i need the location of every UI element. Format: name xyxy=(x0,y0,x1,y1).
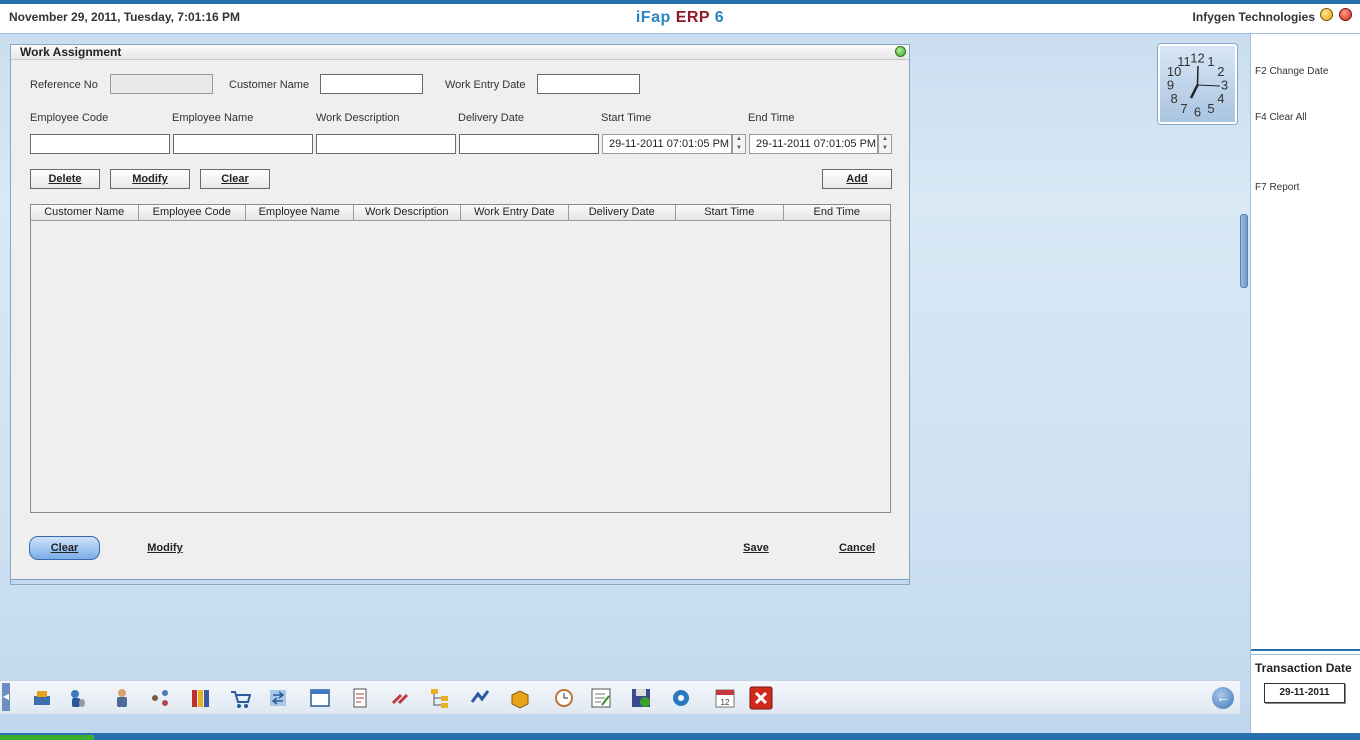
tree-icon[interactable] xyxy=(428,686,452,710)
employee-code-label: Employee Code xyxy=(30,112,109,124)
f2-change-date-shortcut[interactable]: F2 Change Date xyxy=(1255,66,1328,77)
box-icon[interactable] xyxy=(508,686,532,710)
employee-icon[interactable] xyxy=(110,686,134,710)
work-assignment-panel: Work Assignment Reference No Customer Na… xyxy=(10,44,910,585)
network-icon[interactable] xyxy=(148,686,172,710)
company-name: Infygen Technologies xyxy=(1192,10,1315,24)
end-time-label: End Time xyxy=(748,112,795,124)
modify-button[interactable]: Modify xyxy=(110,169,190,189)
panel-title: Work Assignment xyxy=(11,45,909,60)
minimize-button[interactable] xyxy=(1320,8,1333,21)
sidebar-divider xyxy=(1251,649,1360,655)
transaction-date-label: Transaction Date xyxy=(1255,661,1352,675)
checklist-icon[interactable] xyxy=(589,686,613,710)
employee-name-field[interactable] xyxy=(173,134,313,154)
transaction-date-value[interactable]: 29-11-2011 xyxy=(1264,683,1345,703)
assignments-table: Customer Name Employee Code Employee Nam… xyxy=(30,204,891,513)
clock-numeral: 12 xyxy=(1190,51,1204,66)
clock-numeral: 1 xyxy=(1207,54,1214,69)
column-header-customer-name[interactable]: Customer Name xyxy=(31,205,139,220)
clear-button[interactable]: Clear xyxy=(200,169,270,189)
employee-code-field[interactable] xyxy=(30,134,170,154)
status-progress-indicator xyxy=(0,735,94,740)
footer-clear-button[interactable]: Clear xyxy=(29,536,100,560)
footer-cancel-button[interactable]: Cancel xyxy=(831,539,883,559)
clock-numeral: 11 xyxy=(1177,54,1191,69)
spinner-down-icon[interactable]: ▼ xyxy=(733,144,745,153)
table-header: Customer Name Employee Code Employee Nam… xyxy=(31,205,890,221)
clock-numeral: 4 xyxy=(1217,91,1224,106)
work-description-label: Work Description xyxy=(316,112,400,124)
work-entry-date-label: Work Entry Date xyxy=(445,79,526,91)
panel-bottom-border xyxy=(11,579,909,584)
delivery-date-field[interactable] xyxy=(459,134,599,154)
spinner-up-icon[interactable]: ▲ xyxy=(879,135,891,144)
f7-report-shortcut[interactable]: F7 Report xyxy=(1255,182,1299,193)
customer-name-field[interactable] xyxy=(320,74,423,94)
status-bar xyxy=(0,733,1360,740)
window-icon[interactable] xyxy=(308,686,332,710)
close-app-button[interactable] xyxy=(1339,8,1352,21)
footer-modify-button[interactable]: Modify xyxy=(135,539,195,559)
clock-numeral: 7 xyxy=(1180,101,1187,116)
customer-name-label: Customer Name xyxy=(229,79,310,91)
user-mouse-icon[interactable] xyxy=(65,686,89,710)
work-entry-date-field[interactable] xyxy=(537,74,640,94)
calendar-icon[interactable]: 12 xyxy=(713,686,737,710)
document-icon[interactable] xyxy=(348,686,372,710)
bottom-toolbar: ◀ 12 ← xyxy=(0,680,1240,714)
start-time-label: Start Time xyxy=(601,112,652,124)
settings-icon[interactable] xyxy=(669,686,693,710)
clock-face-icon: 12 1234567891011 xyxy=(1167,51,1228,120)
exchange-icon[interactable] xyxy=(266,686,290,710)
column-header-start-time[interactable]: Start Time xyxy=(676,205,784,220)
app-title-ifap: iFap xyxy=(635,9,676,26)
work-description-field[interactable] xyxy=(316,134,456,154)
inventory-icon[interactable] xyxy=(30,686,54,710)
arrows-icon[interactable] xyxy=(468,686,492,710)
column-header-employee-code[interactable]: Employee Code xyxy=(139,205,246,220)
delete-button[interactable]: Delete xyxy=(30,169,100,189)
clock-numeral: 5 xyxy=(1207,101,1214,116)
end-time-field[interactable]: 29-11-2011 07:01:05 PM xyxy=(749,134,878,154)
column-header-work-description[interactable]: Work Description xyxy=(354,205,461,220)
shortcut-sidebar: F2 Change Date F4 Clear All F7 Report Tr… xyxy=(1250,34,1360,740)
app-title: iFap ERP 6 xyxy=(0,9,1360,27)
status-indicator-icon[interactable] xyxy=(895,46,906,57)
save-disk-icon[interactable] xyxy=(629,686,653,710)
start-time-field[interactable]: 29-11-2011 07:01:05 PM xyxy=(602,134,732,154)
app-header: November 29, 2011, Tuesday, 7:01:16 PM i… xyxy=(0,4,1360,34)
reference-no-label: Reference No xyxy=(30,79,98,91)
cart-icon[interactable] xyxy=(228,686,252,710)
clock-tool-icon[interactable] xyxy=(552,686,576,710)
column-header-employee-name[interactable]: Employee Name xyxy=(246,205,354,220)
analog-clock: 12 1 2 3 4 5 6 7 8 9 10 11 xyxy=(1158,44,1237,124)
side-drawer-handle[interactable] xyxy=(1240,214,1248,288)
column-header-work-entry-date[interactable]: Work Entry Date xyxy=(461,205,569,220)
f4-clear-all-shortcut[interactable]: F4 Clear All xyxy=(1255,112,1307,123)
app-title-version: 6 xyxy=(709,9,725,26)
add-button[interactable]: Add xyxy=(822,169,892,189)
employee-name-label: Employee Name xyxy=(172,112,254,124)
tools-icon[interactable] xyxy=(388,686,412,710)
books-icon[interactable] xyxy=(188,686,212,710)
clock-numeral: 6 xyxy=(1194,105,1201,120)
back-arrow-icon[interactable]: ← xyxy=(1212,687,1234,709)
footer-save-button[interactable]: Save xyxy=(731,539,781,559)
toolbar-scroll-left-icon[interactable]: ◀ xyxy=(2,683,10,711)
calendar-day-text: 12 xyxy=(721,698,730,707)
exit-icon[interactable] xyxy=(749,686,773,710)
start-time-spinner[interactable]: ▲ ▼ xyxy=(732,134,746,154)
end-time-spinner[interactable]: ▲ ▼ xyxy=(878,134,892,154)
clock-numeral: 8 xyxy=(1170,91,1177,106)
delivery-date-label: Delivery Date xyxy=(458,112,525,124)
spinner-down-icon[interactable]: ▼ xyxy=(879,144,891,153)
column-header-delivery-date[interactable]: Delivery Date xyxy=(569,205,676,220)
clock-numeral: 9 xyxy=(1167,78,1174,93)
app-title-erp: ERP xyxy=(675,9,710,26)
reference-no-field[interactable] xyxy=(110,74,213,94)
column-header-end-time[interactable]: End Time xyxy=(784,205,891,220)
spinner-up-icon[interactable]: ▲ xyxy=(733,135,745,144)
